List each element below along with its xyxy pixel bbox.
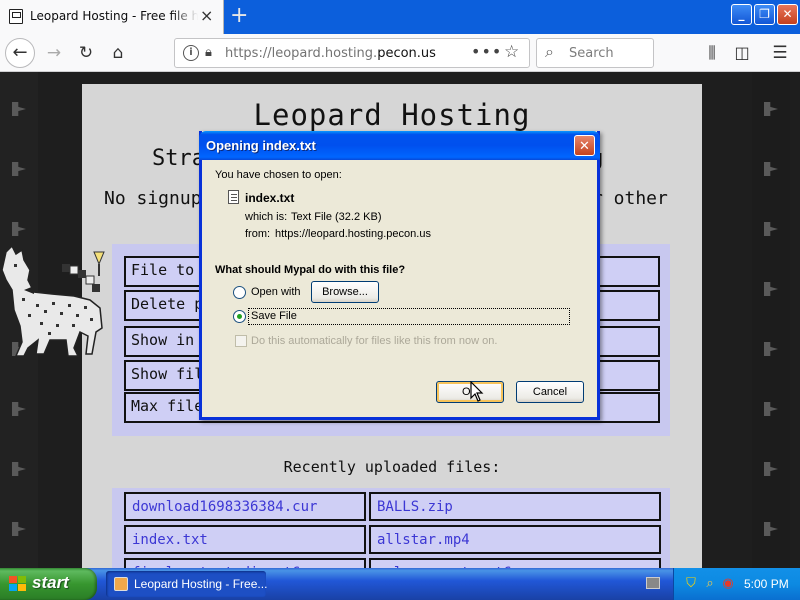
source-value: https://leopard.hosting.pecon.us <box>275 228 431 240</box>
site-tagline-left: No signup <box>104 188 202 209</box>
open-with-radio[interactable] <box>233 286 246 299</box>
recent-file-link[interactable]: BALLS.zip <box>369 492 661 521</box>
search-input[interactable]: ⌕ Search <box>536 38 654 68</box>
browse-button[interactable]: Browse... <box>311 281 379 303</box>
chosen-label: You have chosen to open: <box>215 169 342 181</box>
dialog-body: You have chosen to open: index.txt which… <box>202 160 597 417</box>
recent-files-grid: download1698336384.cur BALLS.zip index.t… <box>112 488 670 568</box>
url-bar[interactable]: i 🔒︎ https://leopard.hosting.pecon.us ••… <box>174 38 530 68</box>
recent-file-link[interactable]: allstar.mp4 <box>369 525 661 554</box>
taskbar-item-label: Leopard Hosting - Free... <box>134 577 268 591</box>
url-prefix: https://leopard.hosting. <box>225 46 378 61</box>
window-maximize-button[interactable]: ❐ <box>754 4 775 25</box>
dialog-close-button[interactable]: ✕ <box>574 135 595 156</box>
text-file-icon <box>228 190 239 204</box>
window-close-button[interactable]: ✕ <box>777 4 798 25</box>
site-tagline-right: r other <box>592 188 668 209</box>
leopard-mascot-image <box>1 244 105 357</box>
windows-taskbar: start Leopard Hosting - Free... ⛉ ⌕ ◉ 5:… <box>0 568 800 600</box>
save-file-label[interactable]: Save File <box>251 310 297 322</box>
hamburger-menu-icon[interactable]: ☰ <box>766 40 794 66</box>
system-tray: ⛉ ⌕ ◉ 5:00 PM <box>673 568 800 600</box>
mouse-cursor-icon <box>470 381 484 402</box>
windows-logo-icon <box>9 576 27 592</box>
right-decoration-rail <box>752 72 790 568</box>
forward-arrow-icon[interactable]: → <box>40 40 68 66</box>
reload-icon[interactable]: ↻ <box>72 40 100 66</box>
taskbar-browser-item[interactable]: Leopard Hosting - Free... <box>106 571 268 597</box>
source-label: from: <box>245 228 271 240</box>
recent-files-heading: Recently uploaded files: <box>283 458 501 476</box>
site-subtitle-left: Stra <box>152 146 205 171</box>
start-label: start <box>32 573 69 592</box>
file-type-value: Text File (32.2 KB) <box>291 211 382 223</box>
file-name: index.txt <box>245 191 295 205</box>
sidebar-icon[interactable]: ◫ <box>728 40 756 66</box>
tab-close-icon[interactable]: × <box>200 8 213 24</box>
bookmark-star-icon[interactable]: ☆ <box>504 42 519 62</box>
navigation-toolbar: ← → ↻ ⌂ i 🔒︎ https://leopard.hosting.pec… <box>0 34 800 72</box>
search-tray-icon[interactable]: ⌕ <box>702 576 718 592</box>
search-icon: ⌕ <box>545 42 554 61</box>
recent-file-link[interactable]: index.txt <box>124 525 366 554</box>
save-file-radio[interactable] <box>233 310 246 323</box>
site-title: Leopard Hosting <box>253 98 531 132</box>
url-text[interactable]: https://leopard.hosting.pecon.us <box>225 46 436 61</box>
library-icon[interactable]: ⫼ <box>698 40 726 66</box>
open-with-label[interactable]: Open with <box>251 286 301 298</box>
recent-file-link[interactable]: download1698336384.cur <box>124 492 366 521</box>
file-type-label: which is: <box>245 211 288 223</box>
download-dialog: Opening index.txt ✕ You have chosen to o… <box>199 131 600 420</box>
back-arrow-icon[interactable]: ← <box>5 38 35 68</box>
search-placeholder: Search <box>569 46 614 61</box>
window-minimize-button[interactable]: _ <box>731 4 752 25</box>
browser-app-icon <box>114 577 128 591</box>
url-domain: pecon.us <box>377 46 436 61</box>
padlock-icon: 🔒︎ <box>205 45 212 60</box>
start-button[interactable]: start <box>0 568 97 600</box>
keyboard-layout-icon[interactable] <box>646 577 660 589</box>
recent-file-link[interactable]: salamanaeate.mt6 <box>369 558 661 568</box>
new-tab-button[interactable]: + <box>230 3 248 28</box>
tab-bar: Leopard Hosting - Free file hosting × + … <box>0 0 800 34</box>
floppy-disk-icon <box>9 9 23 24</box>
site-info-icon[interactable]: i <box>183 45 199 61</box>
dialog-title-bar[interactable]: Opening index.txt ✕ <box>199 131 600 160</box>
clock[interactable]: 5:00 PM <box>744 577 789 591</box>
page-actions-icon[interactable]: ••• <box>471 42 502 61</box>
alert-tray-icon[interactable]: ◉ <box>720 576 736 592</box>
active-tab[interactable]: Leopard Hosting - Free file hosting × <box>0 0 224 34</box>
recent-file-link[interactable]: final_cut_studio.mt6 <box>124 558 366 568</box>
security-shield-icon[interactable]: ⛉ <box>683 576 699 592</box>
cancel-button[interactable]: Cancel <box>516 381 584 403</box>
auto-action-label: Do this automatically for files like thi… <box>251 335 498 347</box>
tab-title: Leopard Hosting - Free file hosting <box>30 9 198 23</box>
auto-action-checkbox[interactable] <box>235 335 247 347</box>
home-icon[interactable]: ⌂ <box>104 40 132 66</box>
action-question: What should Mypal do with this file? <box>215 264 406 276</box>
dialog-title: Opening index.txt <box>206 138 316 153</box>
